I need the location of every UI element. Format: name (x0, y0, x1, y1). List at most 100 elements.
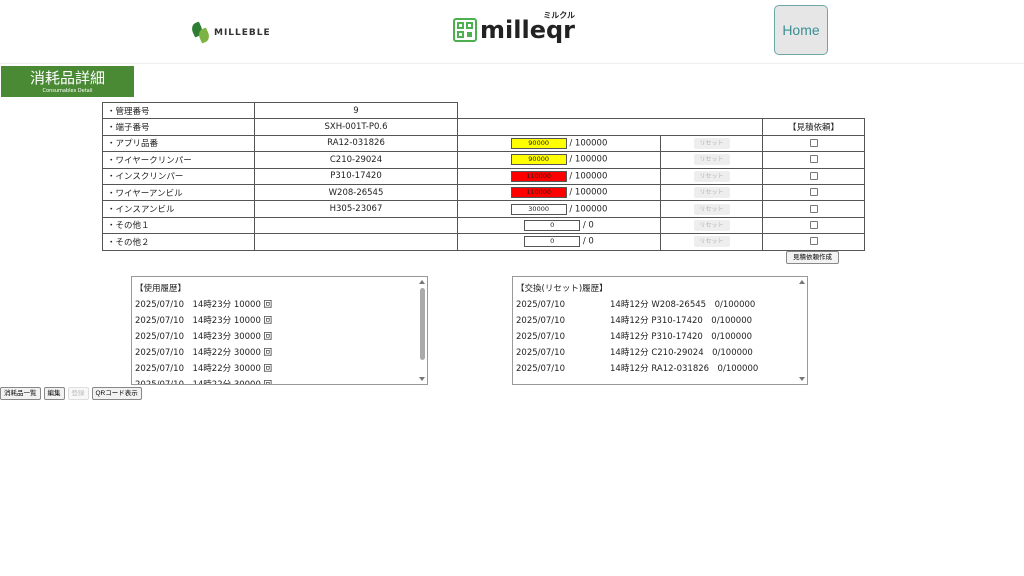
consumable-row: ・インスクリンパー P310-17420 110000 / 100000 リセット (102, 167, 865, 185)
consumable-row: ・ワイヤーアンビル W208-26545 110000 / 100000 リセット (102, 183, 865, 202)
usage-max: / 100000 (569, 204, 608, 215)
terminal-number-row: ・端子番号 SXH-001T-P0.6 【見積依頼】 (102, 118, 865, 136)
consumable-row: ・その他２ 0 / 0 リセット (102, 233, 865, 251)
consumable-label: ・インスクリンパー (102, 167, 255, 185)
usage-history-row: 2025/07/10 14時22分 30000 回 (135, 348, 273, 358)
usage-count-field: 30000 (510, 203, 567, 215)
part-number: P310-17420 (254, 167, 458, 185)
usage-history-row: 2025/07/10 14時23分 30000 回 (135, 332, 273, 342)
quote-request-checkbox[interactable] (809, 171, 818, 180)
edit-button[interactable]: 編集 (43, 387, 65, 400)
scroll-up-arrow-icon[interactable] (419, 280, 425, 284)
part-number: RA12-031826 (254, 134, 458, 153)
milleble-logo: MILLEBLE (189, 21, 271, 44)
exchange-history-title: 【交換(リセット)履歴】 (516, 284, 608, 294)
part-number: C210-29024 (254, 151, 458, 169)
usage-history-title: 【使用履歴】 (135, 284, 187, 294)
consumable-row: ・インスアンビル H305-23067 30000 / 100000 リセット (102, 200, 865, 218)
scroll-up-arrow-icon[interactable] (799, 280, 805, 284)
reset-button: リセット (693, 137, 730, 149)
usage-count-field: 110000 (510, 170, 567, 182)
usage-history-row: 2025/07/10 14時22分 30000 回 (135, 380, 273, 385)
header: MILLEBLE milleqr ミルクル Home (0, 0, 1024, 64)
exchange-history-box[interactable]: 【交換(リセット)履歴】 2025/07/10 14時12分 W208-26545… (512, 276, 808, 385)
scroll-thumb[interactable] (420, 288, 425, 360)
page-title: 消耗品詳細 Consumables Detail (1, 66, 134, 97)
consumable-label: ・インスアンビル (102, 200, 255, 218)
consumable-row: ・ワイヤークリンパー C210-29024 90000 / 100000 リセット (102, 151, 865, 169)
usage-max: / 0 (582, 236, 594, 247)
create-quote-request-button[interactable]: 見積依頼作成 (786, 251, 839, 264)
usage-history-box[interactable]: 【使用履歴】 2025/07/10 14時23分 10000 回 2025/07/… (131, 276, 428, 385)
reset-button: リセット (693, 219, 730, 231)
consumables-list-button[interactable]: 消耗品一覧 (0, 387, 41, 400)
home-button[interactable]: Home (774, 5, 828, 55)
exchange-detail: 14時12分 C210-29024 0/100000 (610, 348, 753, 358)
exchange-history-scrollbar[interactable] (798, 277, 807, 384)
consumable-label: ・アプリ品番 (102, 134, 255, 153)
usage-max: / 100000 (569, 187, 608, 198)
quote-request-checkbox[interactable] (809, 220, 818, 229)
consumable-label: ・ワイヤークリンパー (102, 151, 255, 169)
page-title-en: Consumables Detail (42, 88, 93, 94)
terminal-number-value: SXH-001T-P0.6 (254, 118, 458, 136)
scroll-down-arrow-icon[interactable] (799, 377, 805, 381)
usage-count-field: 90000 (510, 137, 567, 149)
quote-request-header: 【見積依頼】 (762, 118, 865, 136)
usage-history-row: 2025/07/10 14時22分 30000 回 (135, 364, 273, 374)
consumable-label: ・その他１ (102, 216, 255, 235)
part-number: H305-23067 (254, 200, 458, 218)
terminal-number-label: ・端子番号 (102, 118, 255, 136)
reset-button: リセット (693, 170, 730, 182)
usage-history-row: 2025/07/10 14時23分 10000 回 (135, 316, 273, 326)
quote-request-checkbox[interactable] (809, 204, 818, 213)
exchange-history-row: 2025/07/10 14時12分 P310-17420 0/100000 (516, 330, 752, 342)
quote-request-checkbox[interactable] (809, 188, 818, 197)
exchange-detail: 14時12分 P310-17420 0/100000 (610, 332, 753, 342)
exchange-history-row: 2025/07/10 14時12分 P310-17420 0/100000 (516, 314, 752, 326)
part-number: W208-26545 (254, 183, 458, 202)
scroll-down-arrow-icon[interactable] (419, 377, 425, 381)
reset-button: リセット (693, 203, 730, 215)
usage-max: / 100000 (569, 171, 608, 182)
usage-max: / 100000 (569, 154, 608, 165)
exchange-date: 2025/07/10 (516, 364, 565, 374)
management-number-row: ・管理番号 9 (102, 101, 865, 120)
usage-history-row: 2025/07/10 14時23分 10000 回 (135, 300, 273, 310)
reset-button: リセット (693, 187, 730, 199)
quote-request-checkbox[interactable] (809, 138, 818, 147)
page-title-jp: 消耗品詳細 (29, 69, 105, 87)
exchange-history-row: 2025/07/10 14時12分 W208-26545 0/100000 (516, 298, 755, 310)
quote-request-checkbox[interactable] (809, 155, 818, 164)
reset-button: リセット (693, 236, 730, 248)
usage-count-field: 0 (524, 236, 581, 248)
exchange-date: 2025/07/10 (516, 332, 565, 342)
milleqr-logo: milleqr ミルクル (453, 11, 575, 42)
consumable-detail-table: ・管理番号 9 ・端子番号 SXH-001T-P0.6 【見積依頼】 ・アプリ品… (102, 101, 865, 251)
part-number (254, 216, 458, 235)
quote-request-checkbox[interactable] (809, 237, 818, 246)
exchange-history-row: 2025/07/10 14時12分 RA12-031826 0/100000 (516, 362, 758, 374)
consumable-row: ・その他１ 0 / 0 リセット (102, 216, 865, 235)
usage-history-scrollbar[interactable] (418, 277, 427, 384)
usage-count-field: 90000 (510, 154, 567, 166)
milleble-logo-text: MILLEBLE (214, 28, 271, 38)
register-button: 登録 (67, 387, 89, 400)
usage-count-field: 0 (524, 219, 581, 231)
usage-count-field: 110000 (510, 187, 567, 199)
show-qr-code-button[interactable]: QRコード表示 (91, 387, 142, 400)
exchange-detail: 14時12分 W208-26545 0/100000 (610, 300, 756, 310)
management-number-value: 9 (254, 101, 458, 120)
exchange-date: 2025/07/10 (516, 348, 565, 358)
exchange-detail: 14時12分 RA12-031826 0/100000 (610, 364, 759, 374)
milleqr-logo-ruby: ミルクル (543, 11, 575, 20)
bottom-toolbar: 消耗品一覧 編集 登録 QRコード表示 (0, 387, 142, 400)
exchange-date: 2025/07/10 (516, 316, 565, 326)
part-number (254, 233, 458, 251)
exchange-date: 2025/07/10 (516, 300, 565, 310)
leaf-icon (189, 21, 212, 44)
reset-button: リセット (693, 154, 730, 166)
exchange-history-row: 2025/07/10 14時12分 C210-29024 0/100000 (516, 346, 753, 358)
exchange-detail: 14時12分 P310-17420 0/100000 (610, 316, 753, 326)
consumable-row: ・アプリ品番 RA12-031826 90000 / 100000 リセット (102, 134, 865, 153)
